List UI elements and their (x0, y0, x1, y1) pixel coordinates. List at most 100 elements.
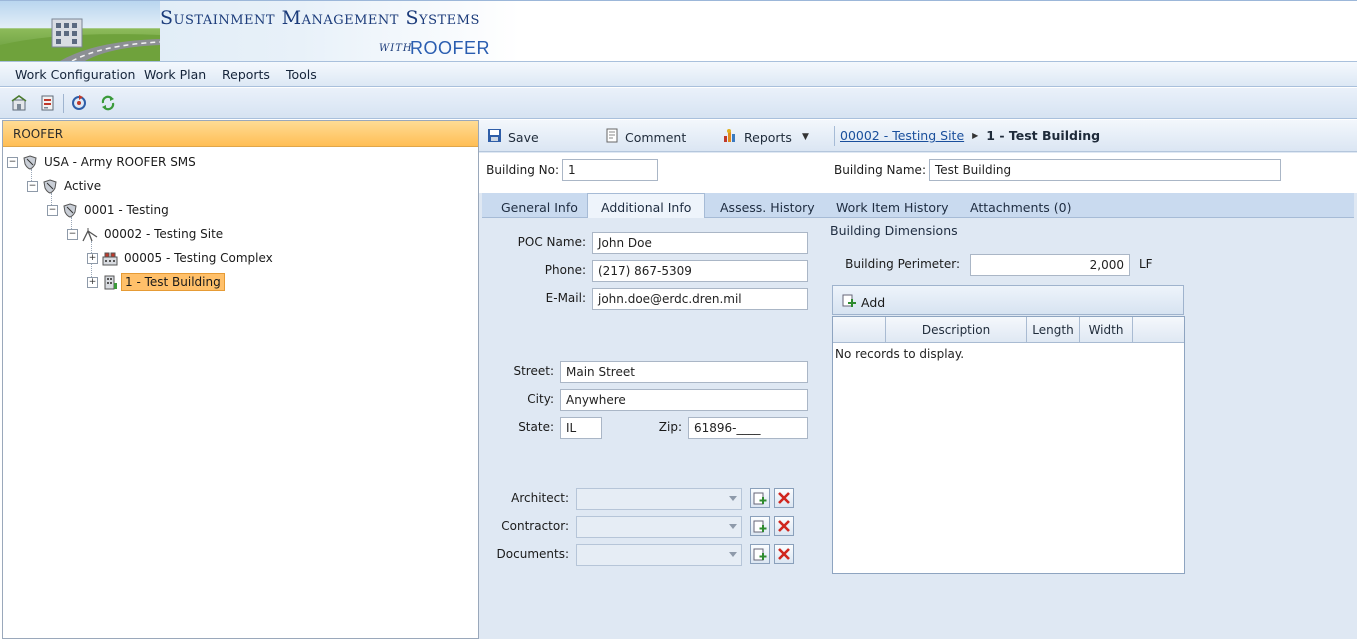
reports-button[interactable]: Reports ▼ (722, 128, 809, 146)
email-field[interactable]: john.doe@erdc.dren.mil (592, 288, 808, 310)
poc-name-label: POC Name: (517, 235, 586, 249)
main-toolbar (0, 88, 1357, 119)
action-separator (834, 126, 835, 146)
documents-label: Documents: (496, 547, 569, 561)
chevron-down-icon: ▼ (801, 132, 809, 142)
zip-label: Zip: (658, 420, 682, 434)
tab-additional-info[interactable]: Additional Info (587, 193, 706, 219)
sync-icon[interactable] (98, 93, 118, 113)
delete-icon (778, 492, 790, 504)
tree-node-0001-testing[interactable]: − 0001 - Testing (47, 200, 172, 220)
dimensions-grid-header: Description Length Width (833, 317, 1184, 343)
add-icon (753, 548, 767, 561)
tree-node-testing-site[interactable]: − 00002 - Testing Site (67, 224, 226, 244)
menu-reports[interactable]: Reports (222, 67, 270, 82)
building-id-bar: Building No: 1 Building Name: Test Build… (479, 153, 1357, 193)
navigation-panel: ROOFER − USA - Army ROOFER SMS − Active … (2, 120, 479, 639)
comment-button[interactable]: Comment (605, 128, 686, 146)
add-icon (841, 293, 856, 311)
dimensions-grid-toolbar: Add (832, 285, 1184, 315)
breadcrumb-arrow-icon: ▶ (972, 131, 979, 140)
phone-label: Phone: (544, 263, 586, 277)
building-perimeter-label: Building Perimeter: (845, 257, 960, 271)
collapse-icon[interactable]: − (7, 156, 18, 168)
contractor-label: Contractor: (501, 519, 569, 533)
grid-header-width[interactable]: Width (1080, 317, 1133, 342)
street-field[interactable]: Main Street (560, 361, 808, 383)
toolbar-separator (63, 94, 64, 113)
collapse-icon[interactable]: − (27, 180, 38, 192)
tree-node-active[interactable]: − Active (27, 176, 104, 196)
contractor-select[interactable] (576, 516, 742, 538)
tree-node-testing-complex[interactable]: + 00005 - Testing Complex (87, 248, 276, 268)
state-label: State: (518, 420, 554, 434)
add-contractor-button[interactable] (750, 516, 770, 536)
state-field[interactable]: IL (560, 417, 602, 439)
report-icon[interactable] (37, 93, 57, 113)
building-name-field[interactable]: Test Building (929, 159, 1281, 181)
app-banner: Sustainment Management Systems WITH ROOF… (0, 0, 1357, 61)
banner-road-image (0, 1, 160, 61)
breadcrumb-current: 1 - Test Building (986, 128, 1101, 143)
grid-header-length[interactable]: Length (1027, 317, 1080, 342)
building-icon (101, 274, 118, 290)
remove-architect-button[interactable] (774, 488, 794, 508)
app-title: Sustainment Management Systems (160, 7, 480, 29)
documents-select[interactable] (576, 544, 742, 566)
email-label: E-Mail: (545, 291, 586, 305)
building-dimensions-title: Building Dimensions (830, 223, 958, 238)
app-subtitle-with: WITH (379, 43, 413, 54)
zip-field[interactable]: 61896-____ (688, 417, 808, 439)
poc-name-field[interactable]: John Doe (592, 232, 808, 254)
tree-node-test-building[interactable]: + 1 - Test Building (87, 272, 225, 292)
shield-icon (21, 154, 38, 170)
refresh-icon[interactable] (69, 93, 89, 113)
tab-general-info[interactable]: General Info (488, 196, 591, 218)
expand-icon[interactable]: + (87, 276, 98, 288)
add-dimension-button[interactable]: Add (841, 293, 885, 311)
phone-field[interactable]: (217) 867-5309 (592, 260, 808, 282)
menu-work-configuration[interactable]: Work Configuration (15, 67, 135, 82)
tab-strip: General Info Additional Info Assess. His… (482, 193, 1354, 219)
chevron-down-icon (729, 524, 737, 529)
architect-label: Architect: (511, 491, 569, 505)
tab-attachments[interactable]: Attachments (0) (957, 196, 1084, 218)
building-no-label: Building No: (486, 163, 559, 177)
navigation-panel-header: ROOFER (3, 121, 478, 147)
add-document-button[interactable] (750, 544, 770, 564)
app-product-name: ROOFER (410, 38, 491, 58)
collapse-icon[interactable]: − (47, 204, 58, 216)
tab-work-item-history[interactable]: Work Item History (823, 196, 962, 218)
remove-document-button[interactable] (774, 544, 794, 564)
grid-header-description[interactable]: Description (886, 317, 1027, 342)
collapse-icon[interactable]: − (67, 228, 78, 240)
expand-icon[interactable]: + (87, 252, 98, 264)
building-perimeter-field[interactable]: 2,000 (970, 254, 1130, 276)
save-button[interactable]: Save (487, 128, 539, 146)
building-name-label: Building Name: (834, 163, 926, 177)
city-field[interactable]: Anywhere (560, 389, 808, 411)
menu-work-plan[interactable]: Work Plan (144, 67, 206, 82)
menu-tools[interactable]: Tools (286, 67, 317, 82)
street-label: Street: (513, 364, 554, 378)
reports-icon (722, 128, 738, 146)
architect-select[interactable] (576, 488, 742, 510)
menu-bar: Work Configuration Work Plan Reports Too… (0, 61, 1357, 87)
inventory-icon[interactable] (9, 93, 29, 113)
delete-icon (778, 548, 790, 560)
city-label: City: (527, 392, 554, 406)
chevron-down-icon (729, 552, 737, 557)
add-icon (753, 492, 767, 505)
building-no-field[interactable]: 1 (562, 159, 658, 181)
shield-icon (41, 178, 58, 194)
site-icon (81, 226, 98, 242)
grid-header-select (833, 317, 886, 342)
dimensions-grid: Description Length Width No records to d… (832, 316, 1185, 574)
add-architect-button[interactable] (750, 488, 770, 508)
breadcrumb-link-site[interactable]: 00002 - Testing Site (840, 128, 964, 143)
comment-icon (605, 128, 619, 146)
selected-tree-label: 1 - Test Building (121, 273, 225, 291)
tree-node-usa-army[interactable]: − USA - Army ROOFER SMS (7, 152, 199, 172)
remove-contractor-button[interactable] (774, 516, 794, 536)
tab-assess-history[interactable]: Assess. History (707, 196, 828, 218)
